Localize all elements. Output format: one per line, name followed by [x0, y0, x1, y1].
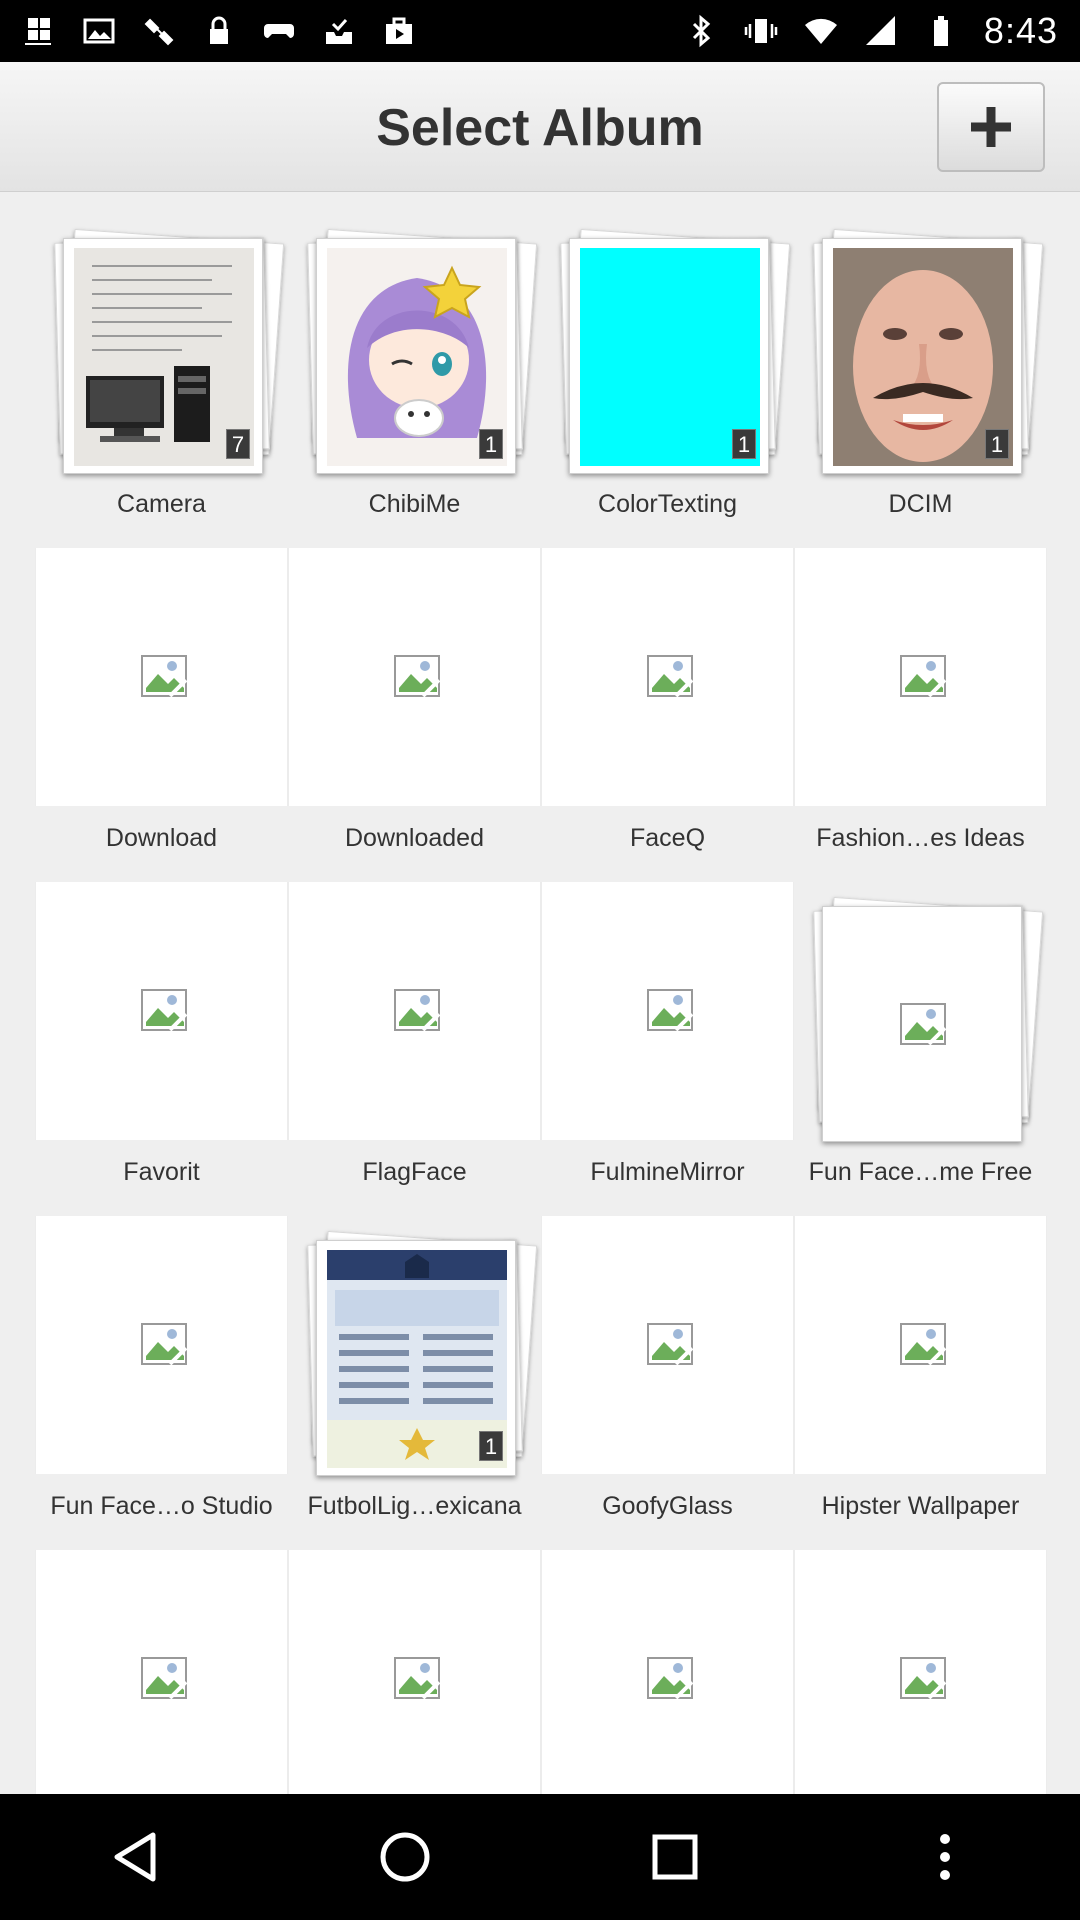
album-name: FlagFace — [362, 1158, 467, 1186]
broken-image-icon — [141, 1657, 188, 1700]
album-name: Download — [105, 824, 218, 852]
home-icon — [380, 1832, 430, 1882]
album-cover — [541, 1550, 794, 1808]
album-name: DCIM — [888, 490, 953, 518]
album-name: Favorit — [123, 1158, 200, 1186]
broken-image-icon — [900, 1003, 947, 1046]
photo-count-badge: 1 — [479, 1431, 503, 1461]
album-cover: 7 — [63, 238, 263, 474]
gamepad-icon — [264, 24, 294, 38]
album-cover — [288, 1550, 541, 1808]
album-cover — [35, 1550, 288, 1808]
album-name: Fun Face…o Studio — [50, 1492, 273, 1520]
app-header: Select Album — [0, 62, 1080, 192]
bluetooth-icon — [692, 14, 711, 48]
recents-icon — [652, 1834, 698, 1880]
album-cover — [541, 1216, 794, 1474]
album-name: ColorTexting — [598, 490, 737, 518]
album-cover — [794, 1216, 1047, 1474]
battery-icon — [933, 16, 948, 46]
more-icon — [940, 1834, 950, 1880]
broken-image-icon — [141, 1323, 188, 1366]
broken-image-icon — [647, 1657, 694, 1700]
status-time: 8:43 — [983, 10, 1058, 51]
add-album-button[interactable] — [937, 82, 1045, 172]
status-bar-left — [22, 14, 416, 48]
album-cover — [541, 882, 794, 1140]
album-name: ChibiMe — [368, 490, 461, 518]
broken-image-icon — [394, 989, 441, 1032]
vibrate-icon — [744, 19, 778, 43]
navigation-bar — [0, 1794, 1080, 1920]
album-name: Fun Face…me Free — [808, 1158, 1033, 1186]
status-bar: 8:43 — [0, 0, 1080, 62]
briefcase-icon — [386, 17, 412, 44]
album-name: FutbolLig…exicana — [307, 1492, 522, 1520]
album-thumbnail-blank — [833, 916, 1013, 1134]
broken-image-icon — [900, 655, 947, 698]
album-cover — [822, 906, 1022, 1142]
back-icon — [114, 1832, 156, 1882]
plus-icon — [971, 107, 1011, 147]
broken-image-icon — [141, 989, 188, 1032]
album-name: Fashion…es Ideas — [816, 824, 1025, 852]
photo-count-badge: 1 — [985, 429, 1009, 459]
album-cover — [541, 548, 794, 806]
album-cover: 1 — [316, 1240, 516, 1476]
broken-image-icon — [141, 655, 188, 698]
album-cover — [794, 1550, 1047, 1808]
back-button[interactable] — [90, 1812, 180, 1902]
album-cover: 1 — [822, 238, 1022, 474]
photo-count-badge: 1 — [479, 429, 503, 459]
album-cover — [288, 548, 541, 806]
photo-count-badge: 1 — [732, 429, 756, 459]
album-name: GoofyGlass — [602, 1492, 733, 1520]
signal-icon — [865, 16, 895, 45]
broken-image-icon — [394, 1657, 441, 1700]
more-button[interactable] — [900, 1812, 990, 1902]
broken-image-icon — [647, 655, 694, 698]
album-cover — [35, 548, 288, 806]
page-title: Select Album — [376, 99, 704, 157]
album-cover — [288, 882, 541, 1140]
album-cover: 1 — [316, 238, 516, 474]
album-cover — [794, 548, 1047, 806]
wifi-icon — [804, 18, 837, 44]
broken-image-icon — [647, 1323, 694, 1366]
status-bar-right: 8:43 — [684, 10, 1058, 52]
broken-image-icon — [394, 655, 441, 698]
album-name: FulmineMirror — [590, 1158, 745, 1186]
broken-image-icon — [900, 1323, 947, 1366]
notification-icon — [25, 18, 51, 45]
image-icon — [83, 18, 115, 44]
satellite-icon — [144, 18, 174, 46]
album-name: Camera — [117, 490, 206, 518]
album-cover — [35, 1216, 288, 1474]
photo-count-badge: 7 — [226, 429, 250, 459]
album-name: Downloaded — [345, 824, 484, 852]
album-name: FaceQ — [629, 824, 706, 852]
screen: 8:43 Select Album 7 Camera 1 ChibiMe 1 C… — [0, 0, 1080, 1920]
lock-icon — [210, 16, 228, 44]
broken-image-icon — [900, 1657, 947, 1700]
album-cover — [35, 882, 288, 1140]
recents-button[interactable] — [630, 1812, 720, 1902]
broken-image-icon — [647, 989, 694, 1032]
album-cover: 1 — [569, 238, 769, 474]
album-name: Hipster Wallpaper — [821, 1492, 1020, 1520]
home-button[interactable] — [360, 1812, 450, 1902]
tray-check-icon — [326, 19, 352, 44]
